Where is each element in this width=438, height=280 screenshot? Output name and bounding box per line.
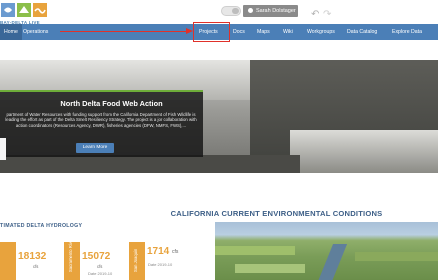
hero-body: partment of Water Resources with funding… bbox=[5, 112, 197, 128]
nav-wiki[interactable]: Wiki bbox=[283, 24, 293, 40]
card-strip: San Joaquin bbox=[129, 242, 145, 280]
card-label: Sacramento River bbox=[68, 238, 73, 272]
photo-field bbox=[215, 246, 295, 255]
nav-explore-data[interactable]: Explore Data bbox=[392, 24, 422, 40]
hero-image-channel bbox=[0, 155, 300, 173]
nav-operations[interactable]: Operations bbox=[23, 24, 48, 40]
hydrology-card[interactable]: Sacramento River 15072 cfs Date 2019-10 bbox=[64, 238, 123, 280]
delta-aerial-photo bbox=[215, 222, 438, 280]
card-value: 1714 bbox=[147, 246, 170, 257]
nav-docs[interactable]: Docs bbox=[233, 24, 245, 40]
annotation-arrow bbox=[60, 31, 190, 33]
card-value: 18132 bbox=[18, 251, 47, 262]
redo-icon[interactable]: ↷ bbox=[323, 9, 331, 20]
photo-river bbox=[316, 244, 348, 280]
card-label: San Joaquin bbox=[133, 248, 138, 272]
hero-title: North Delta Food Web Action bbox=[60, 99, 163, 108]
learn-more-button[interactable]: Learn More bbox=[76, 143, 114, 153]
hero-image-water bbox=[290, 130, 438, 173]
photo-field bbox=[355, 252, 438, 261]
photo-field bbox=[235, 264, 305, 273]
card-date: Date 2019-10 bbox=[148, 262, 173, 267]
user-icon bbox=[248, 8, 253, 13]
card-unit: cfs bbox=[33, 264, 39, 269]
hero-prev-button[interactable] bbox=[0, 138, 6, 160]
card-date: Date 2019-10 bbox=[88, 271, 113, 276]
card-strip: Sacramento River bbox=[64, 238, 80, 280]
logo[interactable]: BAY-DELTA LIVE bbox=[0, 2, 50, 25]
nav-data-catalog[interactable]: Data Catalog bbox=[347, 24, 377, 40]
toggle-knob bbox=[232, 8, 239, 14]
logo-icons bbox=[1, 3, 47, 17]
user-menu-button[interactable]: Sarah Dolstager bbox=[243, 5, 298, 17]
hydrology-card[interactable]: 18132 cfs bbox=[0, 242, 59, 280]
undo-icon[interactable]: ↶ bbox=[311, 9, 319, 20]
conditions-title: CALIFORNIA CURRENT ENVIRONMENTAL CONDITI… bbox=[170, 209, 383, 218]
card-value: 15072 bbox=[82, 251, 111, 262]
card-unit: cfs bbox=[97, 264, 103, 269]
nav-home[interactable]: Home bbox=[0, 24, 22, 40]
hydrology-card[interactable]: San Joaquin 1714 cfs Date 2019-10 bbox=[129, 242, 199, 280]
top-bar: BAY-DELTA LIVE Sarah Dolstager ↶ ↷ bbox=[0, 0, 438, 25]
card-strip bbox=[0, 242, 16, 280]
nav-maps[interactable]: Maps bbox=[257, 24, 270, 40]
nav-workgroups[interactable]: Workgroups bbox=[307, 24, 335, 40]
projects-highlight-box bbox=[193, 22, 230, 42]
page: BAY-DELTA LIVE Sarah Dolstager ↶ ↷ Home … bbox=[0, 0, 438, 280]
theme-toggle[interactable] bbox=[221, 6, 241, 16]
hero-caption-panel: North Delta Food Web Action partment of … bbox=[0, 90, 203, 157]
card-unit: cfs bbox=[172, 249, 179, 255]
annotation-arrow-head bbox=[186, 28, 193, 34]
user-name: Sarah Dolstager bbox=[256, 8, 296, 14]
hydrology-title: TIMATED DELTA HYDROLOGY bbox=[0, 223, 83, 229]
